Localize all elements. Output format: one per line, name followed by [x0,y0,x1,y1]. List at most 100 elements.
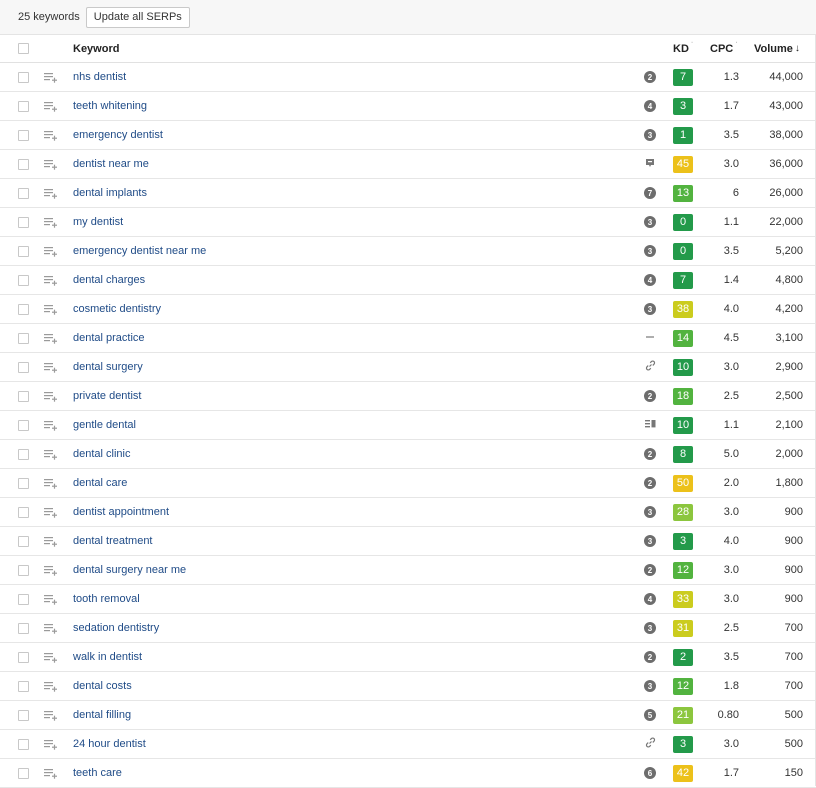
keyword-link[interactable]: teeth care [73,759,122,787]
keyword-link[interactable]: dental clinic [73,440,130,468]
serp-features[interactable] [643,324,657,352]
keyword-link[interactable]: teeth whitening [73,92,147,120]
row-checkbox[interactable] [18,759,29,787]
serp-features[interactable]: 5 [643,701,657,729]
add-to-list-icon[interactable] [44,63,58,91]
column-header-kd[interactable]: KD ˈ [673,35,693,62]
serp-features[interactable]: 4 [643,266,657,294]
add-to-list-icon[interactable] [44,179,58,207]
serp-features[interactable]: 2 [643,63,657,91]
serp-features[interactable]: 3 [643,498,657,526]
keyword-link[interactable]: emergency dentist [73,121,163,149]
row-checkbox[interactable] [18,382,29,410]
add-to-list-icon[interactable] [44,353,58,381]
row-checkbox[interactable] [18,440,29,468]
add-to-list-icon[interactable] [44,614,58,642]
keyword-link[interactable]: dentist near me [73,150,149,178]
serp-features[interactable]: 3 [643,121,657,149]
serp-features[interactable]: 3 [643,208,657,236]
row-checkbox[interactable] [18,614,29,642]
serp-features[interactable]: 2 [643,643,657,671]
serp-features[interactable] [643,730,657,758]
row-checkbox[interactable] [18,208,29,236]
serp-features[interactable]: 3 [643,295,657,323]
keyword-link[interactable]: nhs dentist [73,63,126,91]
add-to-list-icon[interactable] [44,701,58,729]
row-checkbox[interactable] [18,179,29,207]
keyword-link[interactable]: emergency dentist near me [73,237,206,265]
add-to-list-icon[interactable] [44,266,58,294]
column-header-volume[interactable]: Volume ↓ [754,35,800,62]
serp-features[interactable]: 3 [643,614,657,642]
row-checkbox[interactable] [18,295,29,323]
row-checkbox[interactable] [18,237,29,265]
keyword-link[interactable]: tooth removal [73,585,140,613]
add-to-list-icon[interactable] [44,759,58,787]
add-to-list-icon[interactable] [44,643,58,671]
add-to-list-icon[interactable] [44,498,58,526]
serp-features[interactable]: 4 [643,585,657,613]
add-to-list-icon[interactable] [44,469,58,497]
keyword-link[interactable]: dental implants [73,179,147,207]
column-header-keyword[interactable]: Keyword [73,35,119,62]
add-to-list-icon[interactable] [44,382,58,410]
row-checkbox[interactable] [18,324,29,352]
row-checkbox[interactable] [18,266,29,294]
row-checkbox[interactable] [18,672,29,700]
keyword-link[interactable]: private dentist [73,382,141,410]
add-to-list-icon[interactable] [44,730,58,758]
row-checkbox[interactable] [18,469,29,497]
serp-features[interactable]: 3 [643,672,657,700]
serp-features[interactable]: 3 [643,237,657,265]
keyword-link[interactable]: dental treatment [73,527,153,555]
add-to-list-icon[interactable] [44,324,58,352]
add-to-list-icon[interactable] [44,411,58,439]
serp-features[interactable] [643,353,657,381]
serp-features[interactable] [643,150,657,178]
row-checkbox[interactable] [18,730,29,758]
row-checkbox[interactable] [18,121,29,149]
keyword-link[interactable]: gentle dental [73,411,136,439]
serp-features[interactable]: 6 [643,759,657,787]
add-to-list-icon[interactable] [44,440,58,468]
keyword-link[interactable]: my dentist [73,208,123,236]
keyword-link[interactable]: sedation dentistry [73,614,159,642]
add-to-list-icon[interactable] [44,208,58,236]
row-checkbox[interactable] [18,411,29,439]
add-to-list-icon[interactable] [44,121,58,149]
row-checkbox[interactable] [18,353,29,381]
add-to-list-icon[interactable] [44,237,58,265]
keyword-link[interactable]: dental surgery [73,353,143,381]
serp-features[interactable]: 3 [643,527,657,555]
keyword-link[interactable]: dental charges [73,266,145,294]
keyword-link[interactable]: walk in dentist [73,643,142,671]
add-to-list-icon[interactable] [44,585,58,613]
select-all-checkbox[interactable] [18,35,29,62]
serp-features[interactable]: 2 [643,469,657,497]
keyword-link[interactable]: dental surgery near me [73,556,186,584]
serp-features[interactable]: 2 [643,440,657,468]
add-to-list-icon[interactable] [44,150,58,178]
row-checkbox[interactable] [18,701,29,729]
serp-features[interactable]: 7 [643,179,657,207]
row-checkbox[interactable] [18,150,29,178]
add-to-list-icon[interactable] [44,527,58,555]
row-checkbox[interactable] [18,92,29,120]
add-to-list-icon[interactable] [44,92,58,120]
row-checkbox[interactable] [18,63,29,91]
row-checkbox[interactable] [18,498,29,526]
keyword-link[interactable]: dentist appointment [73,498,169,526]
serp-features[interactable]: 2 [643,382,657,410]
keyword-link[interactable]: dental practice [73,324,145,352]
serp-features[interactable]: 2 [643,556,657,584]
column-header-cpc[interactable]: CPC ˈ [710,35,738,62]
keyword-link[interactable]: cosmetic dentistry [73,295,161,323]
update-all-serps-button[interactable]: Update all SERPs [85,6,190,28]
row-checkbox[interactable] [18,643,29,671]
add-to-list-icon[interactable] [44,295,58,323]
keyword-link[interactable]: dental costs [73,672,132,700]
row-checkbox[interactable] [18,585,29,613]
add-to-list-icon[interactable] [44,556,58,584]
add-to-list-icon[interactable] [44,672,58,700]
serp-features[interactable] [643,411,657,439]
